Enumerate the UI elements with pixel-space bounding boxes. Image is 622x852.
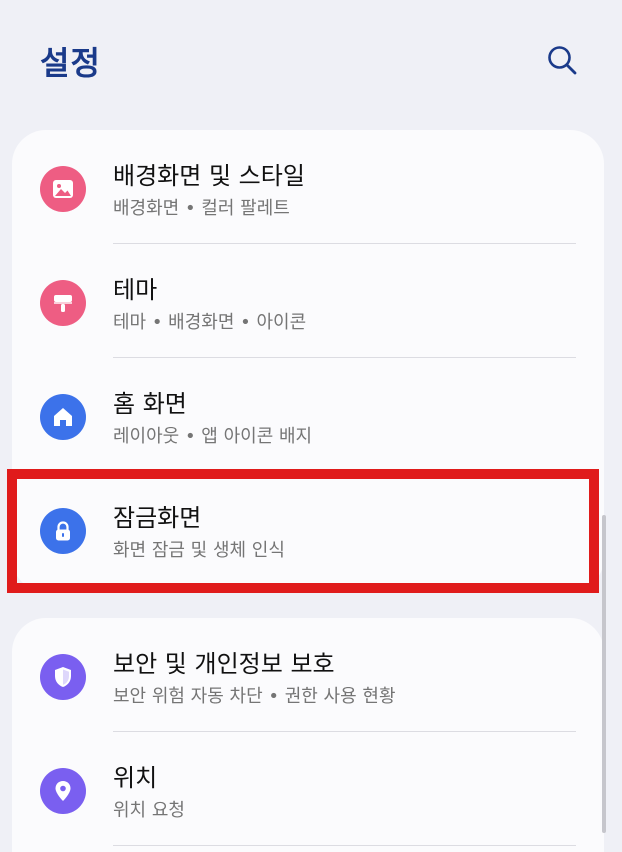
settings-group-display: 배경화면 및 스타일 배경화면 • 컬러 팔레트 테마 테마 • 배경화면 • … (12, 130, 604, 592)
lock-icon (40, 508, 86, 554)
settings-item-label: 테마 (113, 276, 158, 304)
search-icon (548, 46, 577, 75)
scrollbar[interactable] (602, 515, 606, 833)
settings-group-security: 보안 및 개인정보 보호 보안 위험 자동 차단 • 권한 사용 현황 위치 위… (12, 618, 604, 852)
settings-item-label: 위치 (113, 764, 158, 792)
settings-item-summary: 레이아웃 • 앱 아이콘 배지 (113, 426, 313, 447)
settings-item-lock-screen[interactable]: 잠금화면 화면 잠금 및 생체 인식 (12, 472, 604, 586)
settings-item-location[interactable]: 위치 위치 요청 (12, 732, 604, 846)
settings-item-home-screen[interactable]: 홈 화면 레이아웃 • 앱 아이콘 배지 (12, 358, 604, 472)
settings-item-summary: 배경화면 • 컬러 팔레트 (113, 198, 290, 219)
search-button[interactable] (542, 40, 582, 80)
home-icon (40, 394, 86, 440)
page-title: 설정 (40, 44, 101, 82)
image-icon (40, 166, 86, 212)
settings-item-theme[interactable]: 테마 테마 • 배경화면 • 아이콘 (12, 244, 604, 358)
settings-item-label: 보안 및 개인정보 보호 (113, 650, 335, 678)
settings-item-label: 배경화면 및 스타일 (113, 162, 305, 190)
settings-item-summary: 위치 요청 (113, 800, 185, 821)
settings-item-security-privacy[interactable]: 보안 및 개인정보 보호 보안 위험 자동 차단 • 권한 사용 현황 (12, 618, 604, 732)
location-pin-icon (40, 768, 86, 814)
settings-item-wallpaper[interactable]: 배경화면 및 스타일 배경화면 • 컬러 팔레트 (12, 130, 604, 244)
settings-item-summary: 보안 위험 자동 차단 • 권한 사용 현황 (113, 686, 396, 707)
settings-screen: 설정 배경화면 및 스타일 배경화면 • 컬러 팔레트 테마 테마 • 배경화면… (0, 0, 622, 852)
settings-item-label: 잠금화면 (113, 504, 202, 532)
header: 설정 (0, 0, 622, 120)
settings-item-summary: 테마 • 배경화면 • 아이콘 (113, 312, 307, 333)
paintbrush-icon (40, 280, 86, 326)
shield-icon (40, 654, 86, 700)
settings-item-summary: 화면 잠금 및 생체 인식 (113, 540, 285, 561)
settings-item-label: 홈 화면 (113, 390, 187, 418)
divider (113, 845, 576, 846)
